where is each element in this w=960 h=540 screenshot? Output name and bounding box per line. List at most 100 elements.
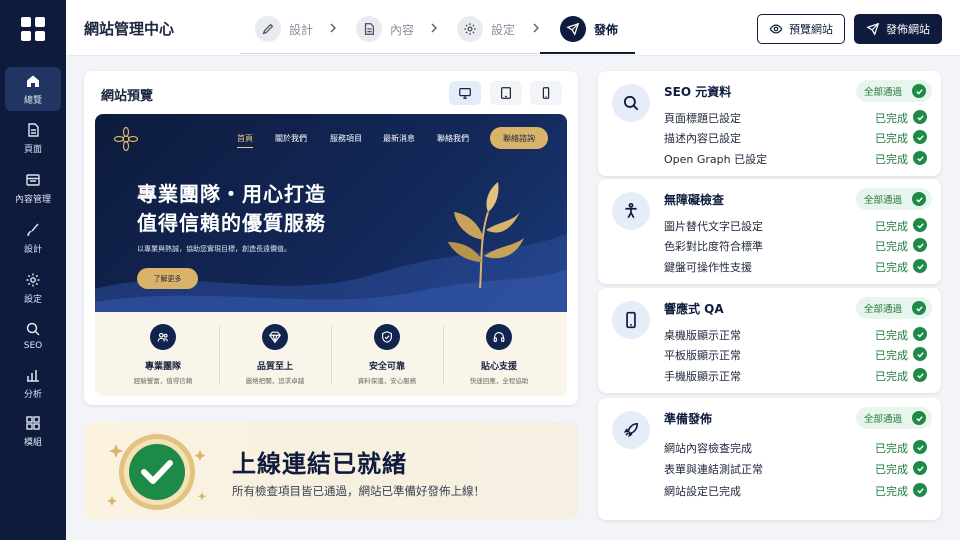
check-circle-icon — [913, 238, 927, 252]
site-nav-contact[interactable]: 聯絡我們 — [437, 133, 469, 144]
stepper-active-indicator — [540, 52, 635, 54]
check-circle-icon — [913, 218, 927, 232]
check-item: 網站內容檢查完成 已完成 — [664, 439, 928, 455]
sidebar-item-label: 模組 — [23, 437, 42, 448]
check-item-status: 已完成 — [875, 370, 908, 383]
top-bar: 網站管理中心 設計 內容 設定 發佈 預覽網站 發佈網站 — [66, 0, 960, 56]
status-badge-label: 全部通過 — [864, 195, 903, 206]
feature-quality: 品質至上 嚴格把關，追求卓越 — [216, 324, 334, 390]
sidebar-item-seo[interactable]: SEO — [5, 314, 61, 358]
chevron-right-icon — [330, 23, 336, 33]
site-contact-button[interactable]: 聯絡諮詢 — [490, 127, 548, 149]
document-icon — [356, 16, 382, 42]
app-logo-icon[interactable] — [21, 17, 45, 41]
check-item-label: Open Graph 已設定 — [664, 153, 768, 166]
site-nav-news[interactable]: 最新消息 — [383, 133, 415, 144]
step-content[interactable]: 內容 — [356, 16, 414, 42]
status-badge: 全部通過 — [856, 80, 932, 102]
sidebar-item-analytics[interactable]: 分析 — [5, 361, 61, 405]
status-badge: 全部通過 — [856, 297, 932, 319]
send-icon — [866, 22, 880, 36]
rocket-icon — [612, 411, 650, 449]
check-item-label: 表單與連結測試正常 — [664, 463, 763, 476]
chevron-right-icon — [533, 23, 539, 33]
check-item: 頁面標題已設定 已完成 — [664, 109, 928, 125]
tablet-icon — [501, 87, 511, 99]
check-item-label: 描述內容已設定 — [664, 132, 741, 145]
sidebar-item-content[interactable]: 內容管理 — [5, 166, 61, 210]
chevron-right-icon — [431, 23, 437, 33]
desktop-view-button[interactable] — [449, 81, 481, 105]
sidebar-item-modules[interactable]: 模組 — [5, 409, 61, 453]
status-badge-label: 全部通過 — [864, 87, 903, 98]
check-item: 鍵盤可操作性支援 已完成 — [664, 258, 928, 274]
accessibility-icon — [612, 192, 650, 230]
home-icon — [27, 75, 39, 87]
website-mockup: 首頁 關於我們 服務項目 最新消息 聯絡我們 聯絡諮詢 專業團隊・用心打造 值得… — [95, 114, 567, 396]
check-circle-icon — [912, 192, 926, 206]
content-icon — [26, 173, 40, 186]
hero-section: 首頁 關於我們 服務項目 最新消息 聯絡我們 聯絡諮詢 專業團隊・用心打造 值得… — [95, 114, 567, 312]
check-item: Open Graph 已設定 已完成 — [664, 150, 928, 166]
check-item-status: 已完成 — [875, 153, 908, 166]
site-preview-card: 網站預覽 首頁 關於我們 服務項目 最新消息 聯絡我們 聯絡諮詢 專業團隊・用心… — [84, 71, 578, 405]
step-settings[interactable]: 設定 — [457, 16, 515, 42]
check-card-accessibility: 無障礙檢查 全部通過 圖片替代文字已設定 已完成 色彩對比度符合標準 已完成 鍵盤可… — [598, 179, 941, 284]
site-nav-about[interactable]: 關於我們 — [275, 133, 307, 144]
feature-title: 品質至上 — [256, 362, 293, 372]
check-item-label: 色彩對比度符合標準 — [664, 240, 763, 253]
gear-icon — [26, 273, 40, 286]
tablet-view-button[interactable] — [490, 81, 522, 105]
hero-title-line2: 值得信賴的優質服務 — [137, 211, 326, 235]
rocket-icon — [560, 16, 586, 42]
check-circle-icon — [913, 259, 927, 273]
mobile-view-button[interactable] — [530, 81, 562, 105]
check-item-status: 已完成 — [875, 112, 908, 125]
check-item-label: 網站設定已完成 — [664, 485, 741, 498]
step-label: 發佈 — [594, 22, 619, 37]
feature-title: 專業團隊 — [144, 362, 181, 372]
status-badge-label: 全部通過 — [864, 414, 903, 425]
check-card-ready-to-publish: 準備發佈 全部通過 網站內容檢查完成 已完成 表單與連結測試正常 已完成 網站設定已… — [598, 398, 941, 520]
step-publish[interactable]: 發佈 — [560, 16, 618, 42]
check-card-responsive: 響應式 QA 全部通過 桌機版顯示正常 已完成 平板版顯示正常 已完成 手機版顯示正… — [598, 288, 941, 393]
grid-icon — [26, 415, 40, 430]
check-circle-icon — [913, 130, 927, 144]
check-item: 手機版顯示正常 已完成 — [664, 367, 928, 383]
hero-learn-more-button[interactable]: 了解更多 — [137, 268, 198, 289]
hero-title-line1: 專業團隊・用心打造 — [137, 182, 326, 206]
sidebar-item-pages[interactable]: 頁面 — [5, 116, 61, 160]
publish-site-button[interactable]: 發佈網站 — [854, 14, 942, 44]
site-nav-services[interactable]: 服務項目 — [330, 133, 362, 144]
check-card-title: SEO 元資料 — [664, 85, 732, 99]
sidebar-item-overview[interactable]: 總覽 — [5, 67, 61, 111]
preview-site-button[interactable]: 預覽網站 — [757, 14, 845, 44]
feature-team: 專業團隊 經驗豐富，值得信賴 — [104, 324, 222, 390]
preview-title: 網站預覽 — [101, 89, 154, 104]
pencil-icon — [255, 16, 281, 42]
check-circle-icon — [913, 347, 927, 361]
headset-icon — [486, 324, 512, 350]
hero-title: 專業團隊・用心打造 值得信賴的優質服務 — [137, 180, 326, 238]
check-item-label: 網站內容檢查完成 — [664, 442, 752, 455]
hero-subtitle: 以專業與熱誠，協助您實現目標，創造長遠價值。 — [137, 245, 291, 253]
desktop-icon — [459, 88, 471, 99]
check-circle-icon — [912, 84, 926, 98]
check-item-status: 已完成 — [875, 220, 908, 233]
check-circle-icon — [913, 461, 927, 475]
check-item-label: 鍵盤可操作性支援 — [664, 261, 752, 274]
site-nav-home[interactable]: 首頁 — [237, 133, 253, 148]
step-design[interactable]: 設計 — [255, 16, 313, 42]
check-circle-icon — [913, 483, 927, 497]
sidebar-item-design[interactable]: 設計 — [5, 216, 61, 260]
feature-subtitle: 資料保護，安心服務 — [357, 377, 417, 385]
check-circle-icon — [913, 151, 927, 165]
check-card-seo: SEO 元資料 全部通過 頁面標題已設定 已完成 描述內容已設定 已完成 Open … — [598, 71, 941, 176]
success-medal-icon — [107, 434, 207, 510]
sidebar-item-label: SEO — [23, 341, 43, 351]
eye-icon — [769, 24, 783, 34]
check-circle-icon — [912, 411, 926, 425]
sidebar-item-settings[interactable]: 設定 — [5, 266, 61, 310]
diamond-icon — [262, 324, 288, 350]
check-item-status: 已完成 — [875, 442, 908, 455]
